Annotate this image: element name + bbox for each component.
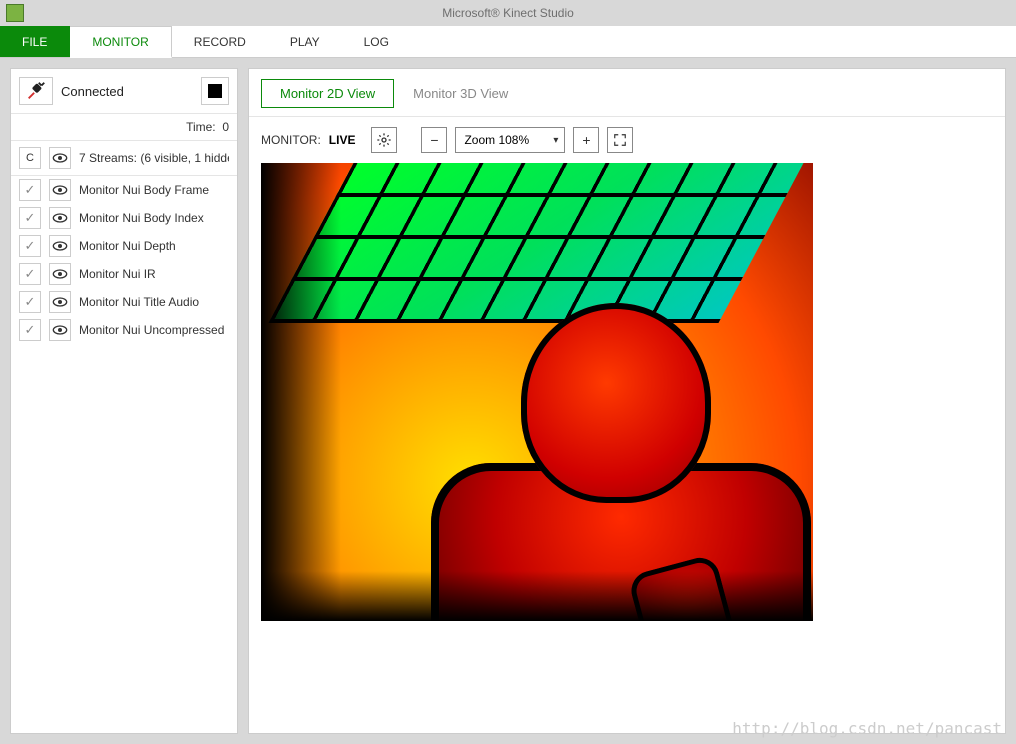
stream-item[interactable]: ✓ Monitor Nui Title Audio: [11, 288, 237, 316]
eye-icon: [52, 324, 68, 336]
stop-button[interactable]: [201, 77, 229, 105]
stream-item[interactable]: ✓ Monitor Nui Uncompressed: [11, 316, 237, 344]
gear-icon: [376, 132, 392, 148]
depth-image[interactable]: [261, 163, 813, 621]
fullscreen-button[interactable]: [607, 127, 633, 153]
stream-label: Monitor Nui Depth: [79, 239, 176, 253]
workspace: Connected Time: 0 C 7 Streams: (6 visibl…: [0, 58, 1016, 744]
eye-icon: [52, 152, 68, 164]
app-title: Microsoft® Kinect Studio: [442, 6, 574, 20]
menubar: FILE MONITOR RECORD PLAY LOG: [0, 26, 1016, 58]
streams-header: C 7 Streams: (6 visible, 1 hidden): [11, 141, 237, 176]
time-row: Time: 0: [11, 114, 237, 141]
depth-head: [521, 303, 711, 503]
eye-icon: [52, 212, 68, 224]
depth-noise-bottom: [261, 571, 813, 621]
stream-label: Monitor Nui Body Index: [79, 211, 204, 225]
time-label: Time:: [186, 120, 216, 134]
stream-item[interactable]: ✓ Monitor Nui IR: [11, 260, 237, 288]
stream-label: Monitor Nui Body Frame: [79, 183, 209, 197]
stop-icon: [208, 84, 222, 98]
connection-row: Connected: [11, 69, 237, 114]
monitor-label: MONITOR:: [261, 133, 321, 147]
menu-monitor[interactable]: MONITOR: [70, 26, 171, 58]
minus-icon: −: [430, 132, 438, 148]
zoom-out-button[interactable]: −: [421, 127, 447, 153]
stream-eye[interactable]: [49, 235, 71, 257]
plus-icon: +: [582, 132, 590, 148]
stream-check[interactable]: ✓: [19, 207, 41, 229]
time-value: 0: [222, 120, 229, 134]
streams-summary: 7 Streams: (6 visible, 1 hidden): [79, 151, 229, 165]
eye-icon: [52, 296, 68, 308]
streams-visibility-button[interactable]: [49, 147, 71, 169]
stream-check[interactable]: ✓: [19, 263, 41, 285]
settings-button[interactable]: [371, 127, 397, 153]
eye-icon: [52, 240, 68, 252]
stream-eye[interactable]: [49, 291, 71, 313]
tab-monitor-3d[interactable]: Monitor 3D View: [394, 79, 527, 108]
streams-c-button[interactable]: C: [19, 147, 41, 169]
plug-icon: [25, 80, 47, 102]
stream-item[interactable]: ✓ Monitor Nui Body Frame: [11, 176, 237, 204]
menu-play[interactable]: PLAY: [268, 26, 342, 57]
stream-eye[interactable]: [49, 207, 71, 229]
eye-icon: [52, 184, 68, 196]
tab-monitor-2d[interactable]: Monitor 2D View: [261, 79, 394, 108]
stream-check[interactable]: ✓: [19, 235, 41, 257]
depth-ceiling: [268, 163, 803, 323]
depth-noise-left: [261, 163, 341, 621]
right-panel: Monitor 2D View Monitor 3D View MONITOR:…: [248, 68, 1006, 734]
stream-check[interactable]: ✓: [19, 179, 41, 201]
stream-eye[interactable]: [49, 263, 71, 285]
menu-file[interactable]: FILE: [0, 26, 70, 57]
zoom-value: Zoom 108%: [464, 133, 529, 147]
viewport: [249, 163, 1005, 733]
stream-eye[interactable]: [49, 319, 71, 341]
stream-item[interactable]: ✓ Monitor Nui Depth: [11, 232, 237, 260]
connection-icon-button[interactable]: [19, 77, 53, 105]
zoom-in-button[interactable]: +: [573, 127, 599, 153]
eye-icon: [52, 268, 68, 280]
app-icon: [6, 4, 24, 22]
connection-status: Connected: [61, 84, 124, 99]
stream-list: ✓ Monitor Nui Body Frame ✓ Monitor Nui B…: [11, 176, 237, 733]
monitor-status: LIVE: [329, 133, 356, 147]
view-tabs: Monitor 2D View Monitor 3D View: [249, 69, 1005, 117]
titlebar: Microsoft® Kinect Studio: [0, 0, 1016, 26]
menu-log[interactable]: LOG: [342, 26, 411, 57]
stream-label: Monitor Nui Title Audio: [79, 295, 199, 309]
stream-eye[interactable]: [49, 179, 71, 201]
monitor-toolbar: MONITOR: LIVE − Zoom 108% +: [249, 117, 1005, 163]
stream-check[interactable]: ✓: [19, 291, 41, 313]
stream-label: Monitor Nui IR: [79, 267, 156, 281]
stream-item[interactable]: ✓ Monitor Nui Body Index: [11, 204, 237, 232]
zoom-select[interactable]: Zoom 108%: [455, 127, 565, 153]
expand-icon: [613, 133, 627, 147]
menu-record[interactable]: RECORD: [172, 26, 268, 57]
left-panel: Connected Time: 0 C 7 Streams: (6 visibl…: [10, 68, 238, 734]
stream-label: Monitor Nui Uncompressed: [79, 323, 224, 337]
stream-check[interactable]: ✓: [19, 319, 41, 341]
